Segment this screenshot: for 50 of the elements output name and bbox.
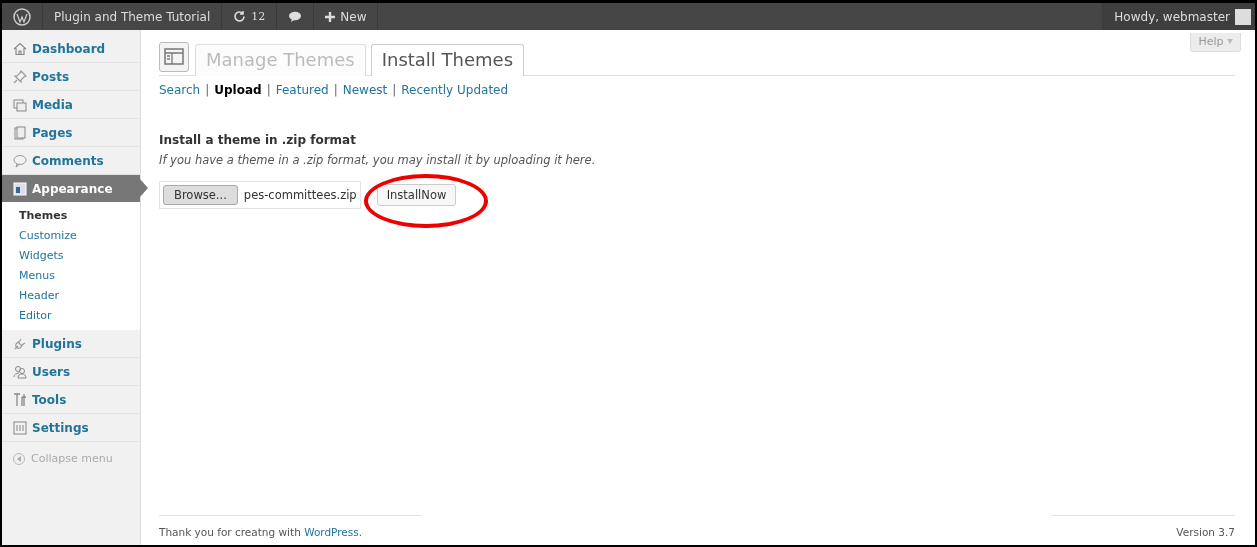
sidebar-menu-item[interactable]: Plugins bbox=[2, 330, 140, 358]
plug-icon bbox=[13, 336, 27, 351]
comment-icon bbox=[13, 153, 27, 168]
appearance-icon bbox=[13, 181, 27, 196]
account-menu[interactable]: Howdy, webmaster bbox=[1102, 3, 1255, 30]
sidebar-menu-item[interactable]: Posts bbox=[2, 63, 140, 91]
wordpress-link[interactable]: WordPress bbox=[304, 526, 359, 538]
themes-icon bbox=[159, 42, 189, 72]
users-icon bbox=[13, 364, 27, 379]
sidebar-menu-item[interactable]: Users bbox=[2, 358, 140, 386]
browse-button[interactable]: Browse... bbox=[163, 185, 238, 205]
sidebar-menu-item[interactable]: Media bbox=[2, 91, 140, 119]
version-text: Version 3.7 bbox=[1052, 515, 1235, 538]
filter-link[interactable]: Newest bbox=[342, 83, 388, 97]
settings-icon bbox=[13, 420, 27, 435]
filter-link[interactable]: Search bbox=[159, 83, 201, 97]
file-input[interactable]: Browse... pes-committees.zip bbox=[159, 181, 361, 209]
submenu-item[interactable]: Themes bbox=[2, 206, 140, 226]
submenu-item[interactable]: Menus bbox=[2, 266, 140, 286]
new-content-link[interactable]: New bbox=[314, 3, 379, 30]
sidebar-menu-item[interactable]: Pages bbox=[2, 119, 140, 147]
separator-text: | bbox=[333, 83, 338, 97]
sidebar-menu-item[interactable]: Tools bbox=[2, 386, 140, 414]
pin-icon bbox=[13, 69, 27, 84]
submenu-item[interactable]: Header bbox=[2, 286, 140, 306]
tab[interactable]: Install Themes bbox=[370, 44, 525, 76]
separator-text: | bbox=[266, 83, 271, 97]
submenu-item[interactable]: Customize bbox=[2, 226, 140, 246]
refresh-icon bbox=[233, 10, 247, 23]
caret-icon bbox=[1227, 38, 1233, 46]
updates-link[interactable]: 12 bbox=[222, 3, 278, 30]
separator-text: | bbox=[392, 83, 397, 97]
footer-text: Thank you for creatng with WordPress. bbox=[159, 515, 421, 538]
avatar-icon bbox=[1235, 8, 1251, 25]
submenu-item[interactable]: Widgets bbox=[2, 246, 140, 266]
filter-link[interactable]: Upload bbox=[214, 83, 262, 97]
section-heading: Install a theme in .zip format bbox=[159, 133, 357, 147]
description-text: If you have a theme in a .zip format, you may install it by uploading it here. bbox=[159, 153, 597, 167]
media-icon bbox=[13, 97, 27, 112]
home-icon bbox=[13, 41, 27, 56]
filter-link[interactable]: Recently Updated bbox=[401, 83, 509, 97]
pages-icon bbox=[13, 125, 27, 140]
plus-icon bbox=[325, 11, 336, 22]
sidebar-menu-item[interactable]: Dashboard bbox=[2, 35, 140, 63]
submenu-item[interactable]: Editor bbox=[2, 306, 140, 326]
filter-link[interactable]: Featured bbox=[275, 83, 329, 97]
install-now-button[interactable]: InstallNow bbox=[376, 184, 457, 206]
sidebar-menu-item[interactable]: Settings bbox=[2, 414, 140, 442]
tools-icon bbox=[13, 392, 27, 407]
separator-text: | bbox=[205, 83, 210, 97]
